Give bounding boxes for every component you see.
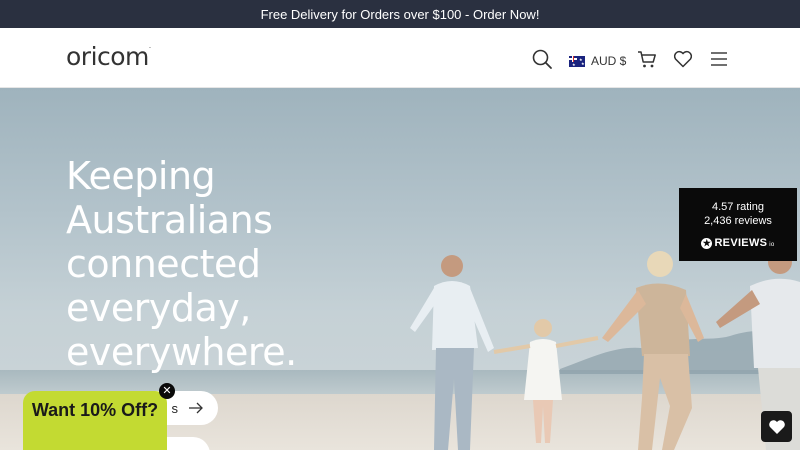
currency-label: AUD $: [591, 54, 627, 68]
australia-flag-icon: ★ ★ ★: [569, 55, 585, 67]
arrow-right-icon: [189, 402, 203, 414]
site-header: oricom. ★ ★ ★ AUD $: [0, 28, 800, 88]
menu-icon[interactable]: [708, 48, 730, 70]
heart-filled-icon: [768, 419, 785, 434]
reviews-badge[interactable]: 4.57 rating 2,436 reviews ★ REVIEWS io: [679, 188, 797, 261]
reviews-logo: ★ REVIEWS io: [701, 237, 775, 249]
search-icon[interactable]: [531, 48, 553, 70]
hero-family-image: [410, 250, 800, 450]
hero-cta-label: s: [171, 400, 179, 416]
promo-text[interactable]: Free Delivery for Orders over $100 - Ord…: [261, 7, 540, 22]
star-icon: ★: [701, 237, 713, 249]
hero-headline: Keeping Australians connected everyday, …: [66, 154, 297, 374]
heart-icon[interactable]: [672, 48, 694, 70]
offer-text: Want 10% Off?: [31, 400, 159, 420]
reviews-rating: 4.57 rating: [712, 201, 764, 213]
reviews-count: 2,436 reviews: [704, 215, 772, 227]
discount-offer-tab[interactable]: Want 10% Off?: [23, 391, 167, 450]
close-icon[interactable]: ✕: [159, 383, 175, 399]
promo-bar[interactable]: Free Delivery for Orders over $100 - Ord…: [0, 0, 800, 28]
brand-logo[interactable]: oricom.: [66, 42, 151, 71]
cart-icon[interactable]: [636, 48, 658, 70]
currency-selector[interactable]: ★ ★ ★ AUD $: [569, 54, 626, 68]
wishlist-button[interactable]: [761, 411, 792, 442]
